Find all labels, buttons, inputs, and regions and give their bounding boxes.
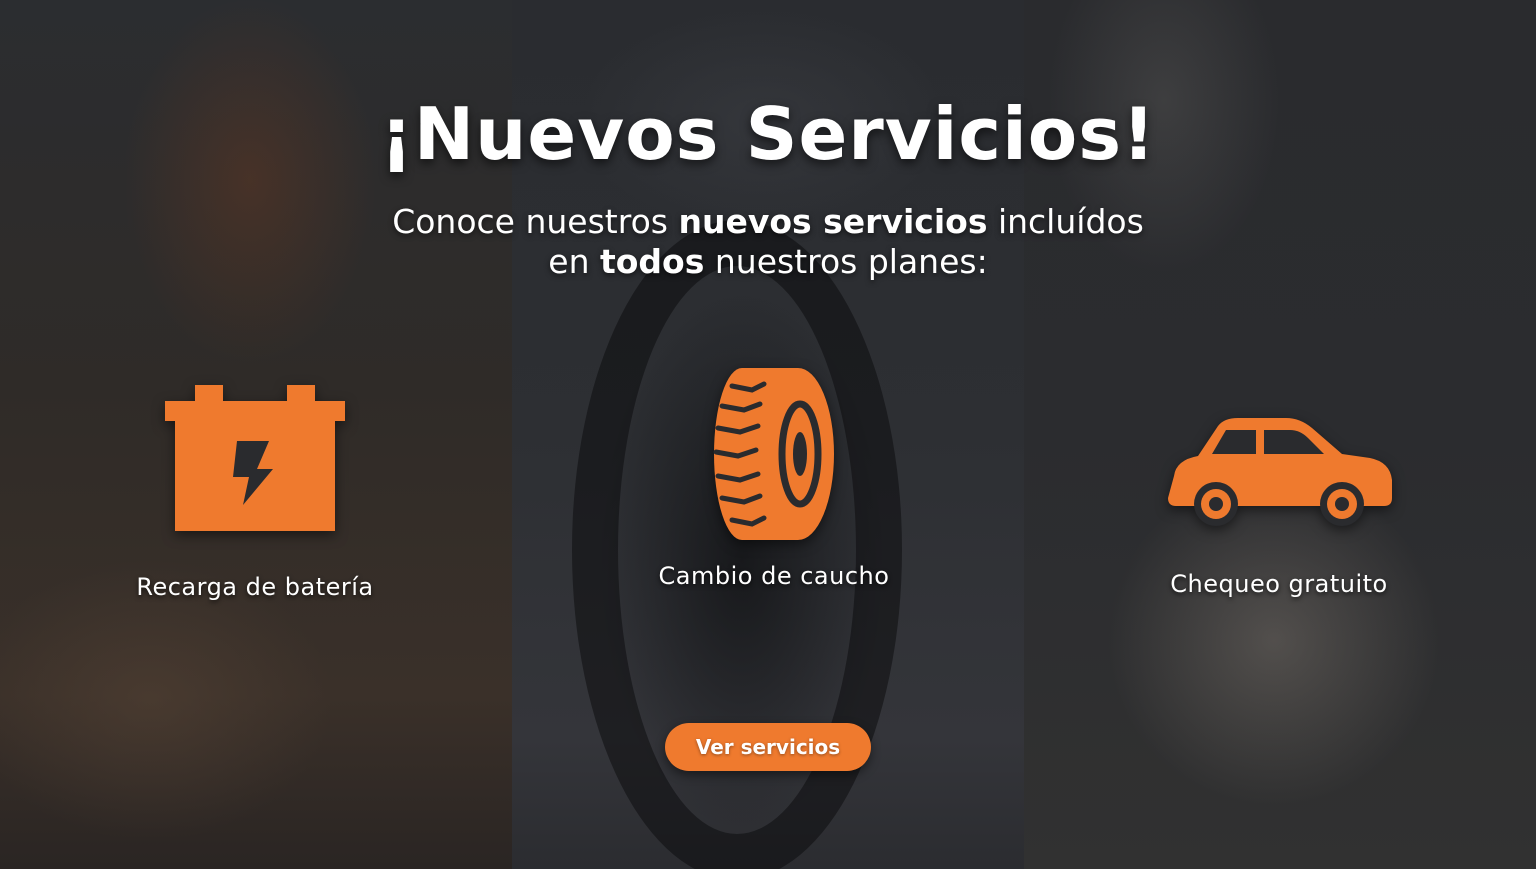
view-services-button[interactable]: Ver servicios (665, 723, 871, 771)
tire-icon (713, 368, 834, 540)
service-label: Recarga de batería (136, 573, 374, 601)
services-banner: ¡Nuevos Servicios! Conoce nuestros nuevo… (0, 0, 1536, 869)
service-label: Chequeo gratuito (1170, 570, 1388, 598)
subtitle-line-2: en todos nuestros planes: (0, 242, 1536, 282)
subtitle-text: nuestros planes: (704, 242, 988, 281)
subtitle-text: incluídos (987, 202, 1144, 241)
battery-icon (165, 385, 345, 531)
banner-subtitle: Conoce nuestros nuevos servicios incluíd… (0, 202, 1536, 282)
subtitle-line-1: Conoce nuestros nuevos servicios incluíd… (0, 202, 1536, 242)
banner-title: ¡Nuevos Servicios! (380, 92, 1156, 176)
service-tire: Cambio de caucho (574, 366, 974, 590)
service-battery: Recarga de batería (55, 385, 455, 601)
subtitle-text: en (548, 242, 600, 281)
subtitle-emphasis: nuevos servicios (678, 202, 988, 241)
subtitle-emphasis: todos (599, 242, 705, 281)
service-label: Cambio de caucho (658, 562, 890, 590)
car-icon (1168, 418, 1392, 526)
service-car: Chequeo gratuito (1079, 416, 1479, 598)
subtitle-text: Conoce nuestros (392, 202, 679, 241)
